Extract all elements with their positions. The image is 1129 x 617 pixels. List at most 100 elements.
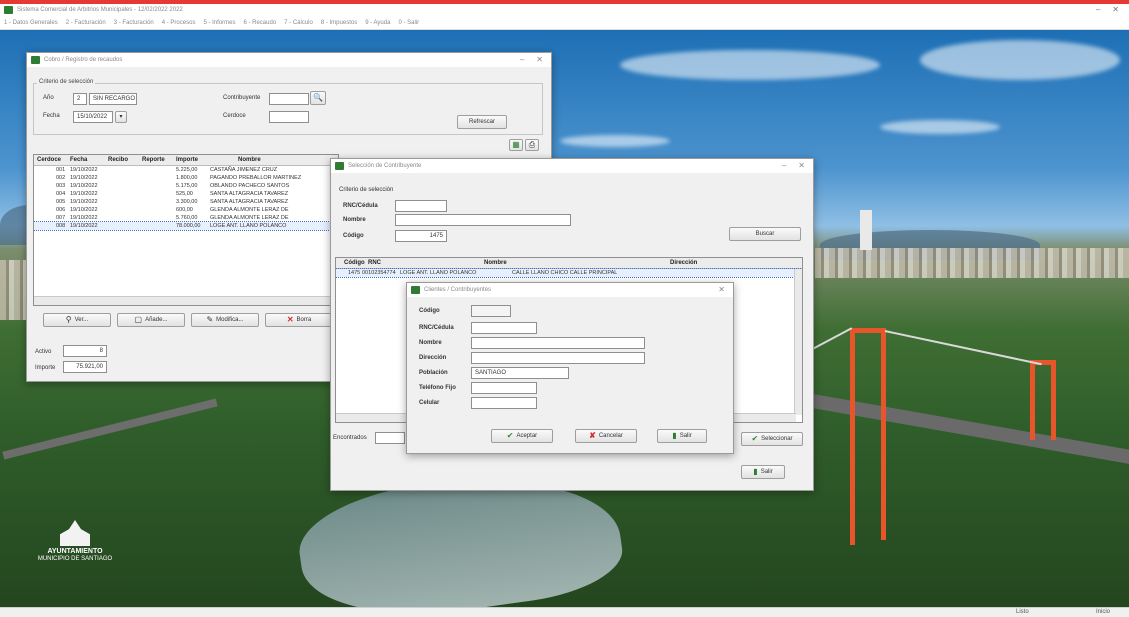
seleccionar-button-label: Seleccionar <box>761 436 793 442</box>
column-header[interactable]: Dirección <box>670 260 697 266</box>
export-button[interactable]: ▦ <box>509 139 523 151</box>
cerdoce-field[interactable] <box>269 111 309 123</box>
aceptar-button[interactable]: ✔ Aceptar <box>491 429 553 443</box>
cell: 003 <box>56 183 66 189</box>
menu-item-procesos[interactable]: 4 - Procesos <box>162 20 196 26</box>
borra-button[interactable]: ✕ Borra <box>265 313 333 327</box>
salir-button[interactable]: ▮ Salir <box>741 465 785 479</box>
cell: 008 <box>56 223 66 229</box>
seleccion-window-title: Selección de Contribuyente <box>348 163 422 169</box>
contribuyente-search-button[interactable]: 🔍 <box>310 91 326 105</box>
ano-field[interactable]: 2 <box>73 93 87 105</box>
telefono-field[interactable] <box>471 382 537 394</box>
column-header[interactable]: Fecha <box>70 157 87 163</box>
contribuyente-field[interactable] <box>269 93 309 105</box>
cell: 525,00 <box>176 191 193 197</box>
menu-item-informes[interactable]: 5 - Informes <box>203 20 235 26</box>
cloud <box>880 120 1000 134</box>
table-row[interactable]: 003 19/10/2022 5.175,00 OBLANDO PACHECO … <box>34 182 338 190</box>
table-row[interactable]: 004 19/10/2022 525,00 SANTA ALTAGRACIA T… <box>34 190 338 198</box>
close-icon[interactable]: ✕ <box>536 55 543 64</box>
table-row-selected[interactable]: 1475 00102354774 LOGE ANT. LLANO POLANCO… <box>336 268 802 278</box>
close-icon[interactable]: ✕ <box>1112 5 1119 14</box>
cell: 5.175,00 <box>176 183 198 189</box>
importe-label: Importe <box>35 365 56 371</box>
menu-item-facturacion-1[interactable]: 2 - Facturación <box>66 20 106 26</box>
close-icon[interactable]: ✕ <box>718 285 725 294</box>
column-header[interactable]: RNC <box>368 260 381 266</box>
minimize-icon[interactable]: – <box>782 161 786 170</box>
menu-item-calculo[interactable]: 7 - Cálculo <box>284 20 313 26</box>
column-header[interactable]: Recibo <box>108 157 128 163</box>
edit-icon: ✎ <box>206 315 214 324</box>
rnc-label: RNC/Cédula <box>419 325 454 331</box>
close-icon[interactable]: ✕ <box>798 161 805 170</box>
menu-item-impuestos[interactable]: 8 - Impuestos <box>321 20 357 26</box>
fecha-field[interactable]: 15/10/2022 <box>73 111 113 123</box>
status-bar: Listo Inicio <box>0 607 1129 617</box>
menu-item-datos-generales[interactable]: 1 - Datos Generales <box>4 20 58 26</box>
table-row[interactable]: 007 19/10/2022 5.760,00 GLENDA ALMONTE L… <box>34 214 338 222</box>
cell: SANTA ALTAGRACIA TAVAREZ <box>210 199 289 205</box>
column-header[interactable]: Código <box>344 260 365 266</box>
fecha-label: Fecha <box>43 113 60 119</box>
cancel-icon: ✘ <box>589 431 596 440</box>
menu-item-ayuda[interactable]: 9 - Ayuda <box>365 20 390 26</box>
minimize-icon[interactable]: – <box>1096 5 1100 14</box>
table-row[interactable]: 006 19/10/2022 600,00 GLENDA ALMONTE LER… <box>34 206 338 214</box>
seleccionar-button[interactable]: ✔ Seleccionar <box>741 432 803 446</box>
cancelar-button-label: Cancelar <box>598 433 623 439</box>
direccion-field[interactable] <box>471 352 645 364</box>
cell: 600,00 <box>176 207 193 213</box>
codigo-field[interactable]: 1475 <box>395 230 447 242</box>
rnc-field[interactable] <box>471 322 537 334</box>
modifica-button[interactable]: ✎ Modifica... <box>191 313 259 327</box>
horizontal-scrollbar[interactable] <box>34 296 338 305</box>
app-titlebar: Sistema Comercial de Arbitrios Municipal… <box>0 4 1129 16</box>
town-buildings <box>815 248 1129 278</box>
buscar-button[interactable]: Buscar <box>729 227 801 241</box>
menu-bar: 1 - Datos Generales 2 - Facturación 3 - … <box>0 16 1129 30</box>
anade-button[interactable]: ▢ Añade... <box>117 313 185 327</box>
cell: 19/10/2022 <box>70 183 98 189</box>
recaudos-table: Cerdoce Fecha Recibo Reporte Importe Nom… <box>33 154 339 306</box>
nombre-field[interactable] <box>395 214 571 226</box>
refrescar-button[interactable]: Refrescar <box>457 115 507 129</box>
cell: 005 <box>56 199 66 205</box>
column-header[interactable]: Nombre <box>238 157 261 163</box>
cell: SANTA ALTAGRACIA TAVAREZ <box>210 191 289 197</box>
table-header: Cerdoce Fecha Recibo Reporte Importe Nom… <box>34 155 338 166</box>
fecha-dropdown-button[interactable]: ▾ <box>115 111 127 123</box>
table-row[interactable]: 002 19/10/2022 1.800,00 PAGANDO PREBALLO… <box>34 174 338 182</box>
print-button[interactable]: ⎙ <box>525 139 539 151</box>
celular-label: Celular <box>419 400 440 406</box>
celular-field[interactable] <box>471 397 537 409</box>
ano-description-field[interactable]: SIN RECARGO <box>89 93 137 105</box>
cloud <box>620 50 880 80</box>
anade-button-label: Añade... <box>145 317 168 323</box>
rnc-field[interactable] <box>395 200 447 212</box>
vertical-scrollbar[interactable] <box>794 269 802 415</box>
road <box>2 398 218 460</box>
direccion-label: Dirección <box>419 355 447 361</box>
menu-item-facturacion-2[interactable]: 3 - Facturación <box>114 20 154 26</box>
window-app-icon <box>31 56 40 64</box>
column-header[interactable]: Cerdoce <box>37 157 61 163</box>
poblacion-field[interactable]: SANTIAGO <box>471 367 569 379</box>
app-title: Sistema Comercial de Arbitrios Municipal… <box>17 7 183 13</box>
column-header[interactable]: Importe <box>176 157 198 163</box>
table-row[interactable]: 001 19/10/2022 5.225,00 CASTAÑA JIMENEZ … <box>34 166 338 174</box>
ver-button[interactable]: ⚲ Ver... <box>43 313 111 327</box>
salir-button[interactable]: ▮ Salir <box>657 429 707 443</box>
cell: 19/10/2022 <box>70 167 98 173</box>
table-row-selected[interactable]: 008 19/10/2022 78.000,00 LOGE ANT. LLANO… <box>34 221 338 231</box>
menu-item-salir[interactable]: 0 - Salir <box>398 20 419 26</box>
column-header[interactable]: Nombre <box>484 260 507 266</box>
monument-tower <box>860 210 872 250</box>
column-header[interactable]: Reporte <box>142 157 165 163</box>
cancelar-button[interactable]: ✘ Cancelar <box>575 429 637 443</box>
menu-item-recaudo[interactable]: 6 - Recaudo <box>243 20 276 26</box>
table-row[interactable]: 005 19/10/2022 3.300,00 SANTA ALTAGRACIA… <box>34 198 338 206</box>
minimize-icon[interactable]: – <box>520 55 524 64</box>
nombre-field[interactable] <box>471 337 645 349</box>
